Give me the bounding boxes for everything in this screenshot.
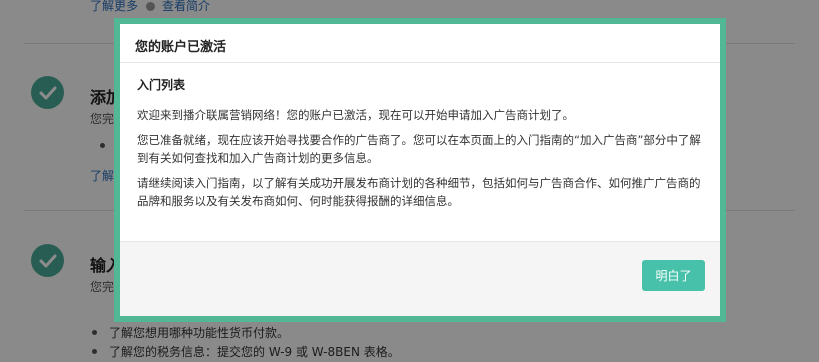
- ready-paragraph: 您已准备就绪，现在应该开始寻找要合作的广告商了。您可以在本页面上的入门指南的“加…: [137, 133, 701, 165]
- account-activated-dialog: 您的账户已激活 入门列表 欢迎来到播介联属营销网络！您的账户已激活，现在可以开始…: [114, 18, 726, 322]
- welcome-paragraph: 欢迎来到播介联属营销网络！您的账户已激活，现在可以开始申请加入广告商计划了。: [137, 108, 574, 122]
- guide-paragraph: 请继续阅读入门指南，以了解有关成功开展发布商计划的各种细节，包括如何与广告商合作…: [137, 176, 701, 208]
- got-it-button[interactable]: 明白了: [642, 260, 705, 291]
- dialog-footer: 明白了: [120, 241, 720, 316]
- section-heading: 入门列表: [137, 78, 186, 92]
- dialog-title: 您的账户已激活: [135, 40, 227, 55]
- dialog-body: 入门列表 欢迎来到播介联属营销网络！您的账户已激活，现在可以开始申请加入广告商计…: [120, 63, 720, 210]
- dialog-header: 您的账户已激活: [120, 24, 720, 63]
